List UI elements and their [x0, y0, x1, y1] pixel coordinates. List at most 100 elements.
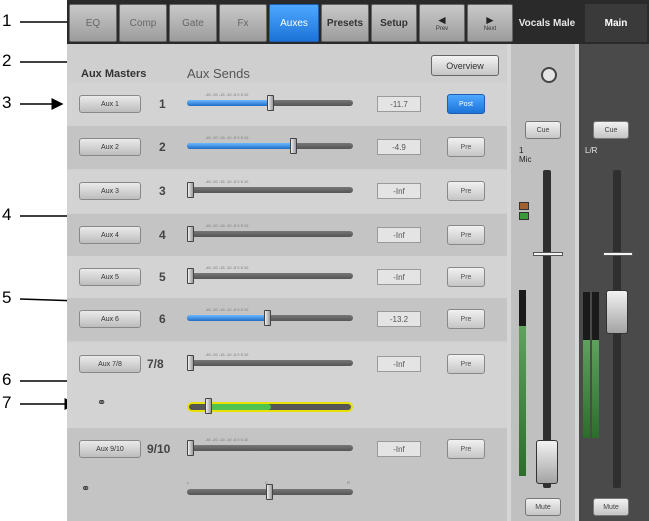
aux-sends-header: Aux Sends [187, 66, 250, 81]
callout-2: 2 [2, 51, 12, 70]
aux-send-fill [187, 100, 270, 106]
main-mute-button[interactable]: Mute [593, 498, 629, 516]
aux-send-thumb[interactable] [187, 226, 194, 242]
aux-master-button[interactable]: Aux 5 [79, 268, 141, 286]
aux-number: 1 [159, 97, 166, 111]
main-output-label: L/R [585, 146, 598, 155]
aux-send-thumb[interactable] [187, 182, 194, 198]
callout-6: 6 [2, 370, 12, 389]
send-scale-ticks: -40 -20 -15 -10 -5 0 5 10 [205, 223, 249, 228]
link-icon-910[interactable]: ⚭ [81, 482, 90, 495]
channel-name-main: Main [585, 4, 647, 42]
callout-5: 5 [2, 288, 12, 307]
main-level-meter-left [583, 292, 590, 438]
send-scale-ticks: -40 -20 -15 -10 -5 0 5 10 [205, 135, 249, 140]
pre-post-button[interactable]: Pre [447, 267, 485, 287]
aux-master-button[interactable]: Aux 2 [79, 138, 141, 156]
aux-master-button[interactable]: Aux 9/10 [79, 440, 141, 458]
callout-1: 1 [2, 11, 12, 30]
aux-number: 9/10 [147, 442, 171, 456]
aux-send-slider[interactable] [187, 360, 353, 366]
pre-post-button[interactable]: Pre [447, 181, 485, 201]
gain-knob[interactable] [541, 67, 557, 83]
aux-send-value[interactable]: -Inf [377, 183, 421, 199]
pan-thumb-78[interactable] [205, 398, 212, 414]
aux-send-thumb[interactable] [264, 310, 271, 326]
aux-send-value[interactable]: -Inf [377, 227, 421, 243]
main-fader-thumb[interactable] [606, 290, 628, 334]
aux-send-thumb[interactable] [187, 355, 194, 371]
vocals-level-meter [519, 290, 526, 476]
aux-send-slider[interactable] [187, 187, 353, 193]
pan-thumb-910[interactable] [266, 484, 273, 500]
vocals-fader-thumb[interactable] [536, 440, 558, 484]
vocals-cue-button[interactable]: Cue [525, 121, 561, 139]
main-cue-button[interactable]: Cue [593, 121, 629, 139]
aux-send-thumb[interactable] [290, 138, 297, 154]
next-button[interactable]: ► Next [467, 4, 513, 42]
pre-post-button[interactable]: Post [447, 94, 485, 114]
prev-button[interactable]: ◄ Prev [419, 4, 465, 42]
main-meter-fill-right [592, 340, 599, 438]
main-meter-fill-left [583, 340, 590, 438]
tab-presets[interactable]: Presets [321, 4, 369, 42]
channel-number: 1 [519, 146, 524, 155]
aux-master-button[interactable]: Aux 1 [79, 95, 141, 113]
link-icon-78[interactable]: ⚭ [97, 396, 106, 409]
main-level-meter-right [592, 292, 599, 438]
aux-number: 2 [159, 140, 166, 154]
aux-send-fill [187, 315, 267, 321]
tab-eq[interactable]: EQ [69, 4, 117, 42]
vocals-mute-button[interactable]: Mute [525, 498, 561, 516]
aux-send-value[interactable]: -11.7 [377, 96, 421, 112]
prev-arrow-icon: ◄ [436, 12, 448, 27]
aux-number: 5 [159, 270, 166, 284]
pre-post-button[interactable]: Pre [447, 137, 485, 157]
pan-tick-left: L [187, 480, 190, 485]
overview-button[interactable]: Overview [431, 55, 499, 76]
aux-send-value[interactable]: -Inf [377, 356, 421, 372]
status-led-green [519, 212, 529, 220]
pre-post-button[interactable]: Pre [447, 309, 485, 329]
tab-auxes[interactable]: Auxes [269, 4, 319, 42]
pre-post-button[interactable]: Pre [447, 439, 485, 459]
send-scale-ticks: -40 -20 -15 -10 -5 0 5 10 [205, 265, 249, 270]
next-arrow-icon: ► [484, 12, 496, 27]
tab-comp[interactable]: Comp [119, 4, 167, 42]
aux-send-value[interactable]: -4.9 [377, 139, 421, 155]
aux-number: 3 [159, 184, 166, 198]
pre-post-button[interactable]: Pre [447, 354, 485, 374]
aux-master-button[interactable]: Aux 6 [79, 310, 141, 328]
tab-setup[interactable]: Setup [371, 4, 417, 42]
status-led-orange [519, 202, 529, 210]
aux-number: 6 [159, 312, 166, 326]
main-unity-marker [603, 252, 633, 256]
pre-post-button[interactable]: Pre [447, 225, 485, 245]
tab-bar: EQ Comp Gate Fx Auxes Presets Setup ◄ Pr… [67, 0, 649, 44]
aux-send-slider[interactable] [187, 273, 353, 279]
aux-master-button[interactable]: Aux 4 [79, 226, 141, 244]
aux-send-value[interactable]: -Inf [377, 441, 421, 457]
tab-fx[interactable]: Fx [219, 4, 267, 42]
aux-master-button[interactable]: Aux 7/8 [79, 355, 141, 373]
pan-tick-right: R [347, 480, 350, 485]
aux-number: 4 [159, 228, 166, 242]
aux-master-button[interactable]: Aux 3 [79, 182, 141, 200]
aux-send-thumb[interactable] [187, 440, 194, 456]
aux-send-value[interactable]: -13.2 [377, 311, 421, 327]
channel-name-vocals: Vocals Male [518, 17, 576, 29]
mixer-app: EQ Comp Gate Fx Auxes Presets Setup ◄ Pr… [67, 0, 649, 521]
vocals-meter-fill [519, 326, 526, 476]
aux-send-slider[interactable] [187, 231, 353, 237]
channel-type: Mic [519, 155, 532, 164]
aux-send-value[interactable]: -Inf [377, 269, 421, 285]
figure-root: 1 2 3 4 5 6 7 EQ Comp Gate Fx Auxes Pres… [0, 0, 649, 521]
callout-7: 7 [2, 393, 12, 412]
aux-send-slider[interactable] [187, 445, 353, 451]
send-scale-ticks: -40 -20 -15 -10 -5 0 5 10 [205, 307, 249, 312]
tab-gate[interactable]: Gate [169, 4, 217, 42]
aux-send-fill [187, 143, 293, 149]
aux-send-thumb[interactable] [187, 268, 194, 284]
aux-send-thumb[interactable] [267, 95, 274, 111]
callout-3: 3 [2, 93, 12, 112]
